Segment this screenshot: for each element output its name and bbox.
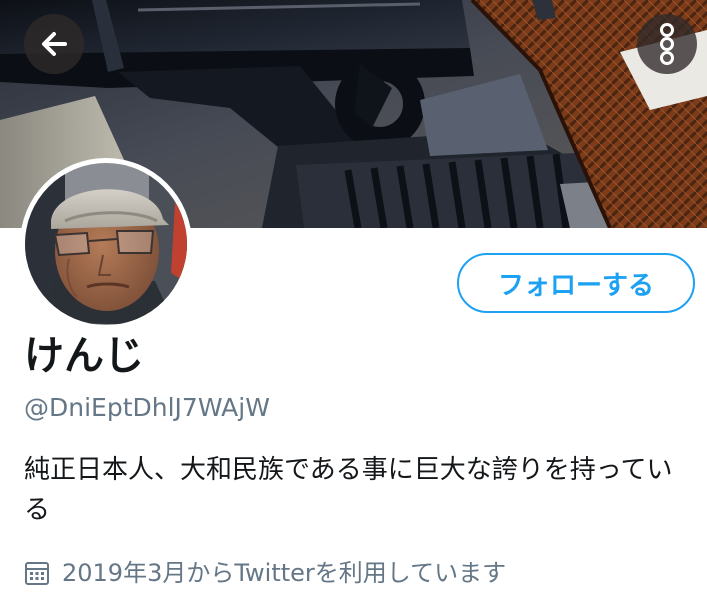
profile-handle: @DniEptDhlJ7WAjW <box>24 393 270 422</box>
more-options-button[interactable] <box>637 14 697 74</box>
arrow-left-icon <box>42 32 67 56</box>
follow-button[interactable]: フォローする <box>457 253 695 313</box>
follow-button-label: フォローする <box>497 270 654 301</box>
calendar-icon <box>25 562 49 585</box>
joined-date-text: 2019年3月からTwitterを利用しています <box>62 559 507 587</box>
profile-screen: フォローする けんじ @DniEptDhlJ7WAjW 純正日本人、大和民族であ… <box>0 0 707 598</box>
avatar-photo <box>25 163 187 325</box>
profile-display-name: けんじ <box>24 333 144 379</box>
joined-date: 2019年3月からTwitterを利用しています <box>24 556 506 590</box>
profile-avatar[interactable] <box>20 158 192 330</box>
profile-bio: 純正日本人、大和民族である事に巨大な誇りを持っている <box>24 455 673 525</box>
back-button[interactable] <box>24 14 84 74</box>
more-vertical-icon <box>660 23 674 65</box>
